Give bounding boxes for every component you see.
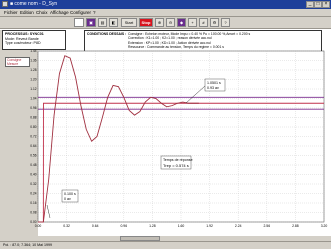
y-tick-label: 0.08: [30, 211, 36, 215]
x-tick-label: 1.28: [149, 224, 156, 228]
y-tick-label: 1.44: [30, 49, 36, 53]
y-tick-label: 1.36: [30, 59, 36, 63]
y-tick-label: 0.24: [30, 192, 36, 196]
status-bar: Poi. : 87.0; 7.364; 10 Mai 1999: [0, 241, 331, 249]
x-tick-label: 1.60: [178, 224, 185, 228]
annotation-response-time: Temps de réponse Trep = 0.574 s: [160, 155, 193, 170]
y-tick-label: 0.40: [30, 173, 36, 177]
y-tick-label: 0.72: [30, 135, 36, 139]
annotation-top-line1: 1.0501 s: [207, 81, 221, 85]
x-tick-label: 3.20: [321, 224, 328, 228]
y-tick-label: 0.64: [30, 144, 36, 148]
x-tick-label: 2.24: [235, 224, 242, 228]
response-time-line1: Temps de réponse: [163, 158, 193, 162]
annotation-bottom-line2: 0 av: [64, 197, 71, 201]
x-tick-label: 0.00: [35, 224, 42, 228]
status-text: Poi. : 87.0; 7.364; 10 Mai 1999: [3, 243, 52, 247]
y-tick-label: 0.88: [30, 116, 36, 120]
y-tick-label: 0.56: [30, 154, 36, 158]
y-tick-label: 1.04: [30, 97, 36, 101]
y-tick-labels: 0.00 0.08 0.16 0.24 0.32 0.40 0.48 0.56 0.64 0.72…: [30, 49, 36, 224]
x-tick-label: 2.88: [292, 224, 299, 228]
response-time-line2: Trep = 0.574 s: [163, 163, 189, 168]
y-tick-label: 1.28: [30, 68, 36, 72]
y-tick-label: 0.00: [30, 220, 36, 224]
y-tick-label: 0.32: [30, 182, 36, 186]
x-tick-label: 2.56: [263, 224, 270, 228]
y-tick-label: 0.96: [30, 106, 36, 110]
y-tick-label: 0.80: [30, 125, 36, 129]
annotation-bottom-line1: 0.100 s: [64, 192, 76, 196]
y-tick-label: 0.48: [30, 163, 36, 167]
x-tick-label: 1.92: [206, 224, 213, 228]
x-tick-label: 0.64: [92, 224, 99, 228]
x-tick-label: 0.96: [120, 224, 127, 228]
y-tick-label: 1.20: [30, 78, 36, 82]
y-tick-label: 1.12: [30, 87, 36, 91]
y-tick-label: 0.16: [30, 201, 36, 205]
response-chart[interactable]: 0.00 0.32 0.64 0.96 1.28 1.60 1.92 2.24 2.56 2.88…: [0, 0, 331, 249]
x-tick-label: 0.32: [63, 224, 70, 228]
x-tick-labels: 0.00 0.32 0.64 0.96 1.28 1.60 1.92 2.24 2.56 2.88…: [35, 224, 328, 228]
annotation-top-line2: 0.93 av: [207, 86, 219, 90]
